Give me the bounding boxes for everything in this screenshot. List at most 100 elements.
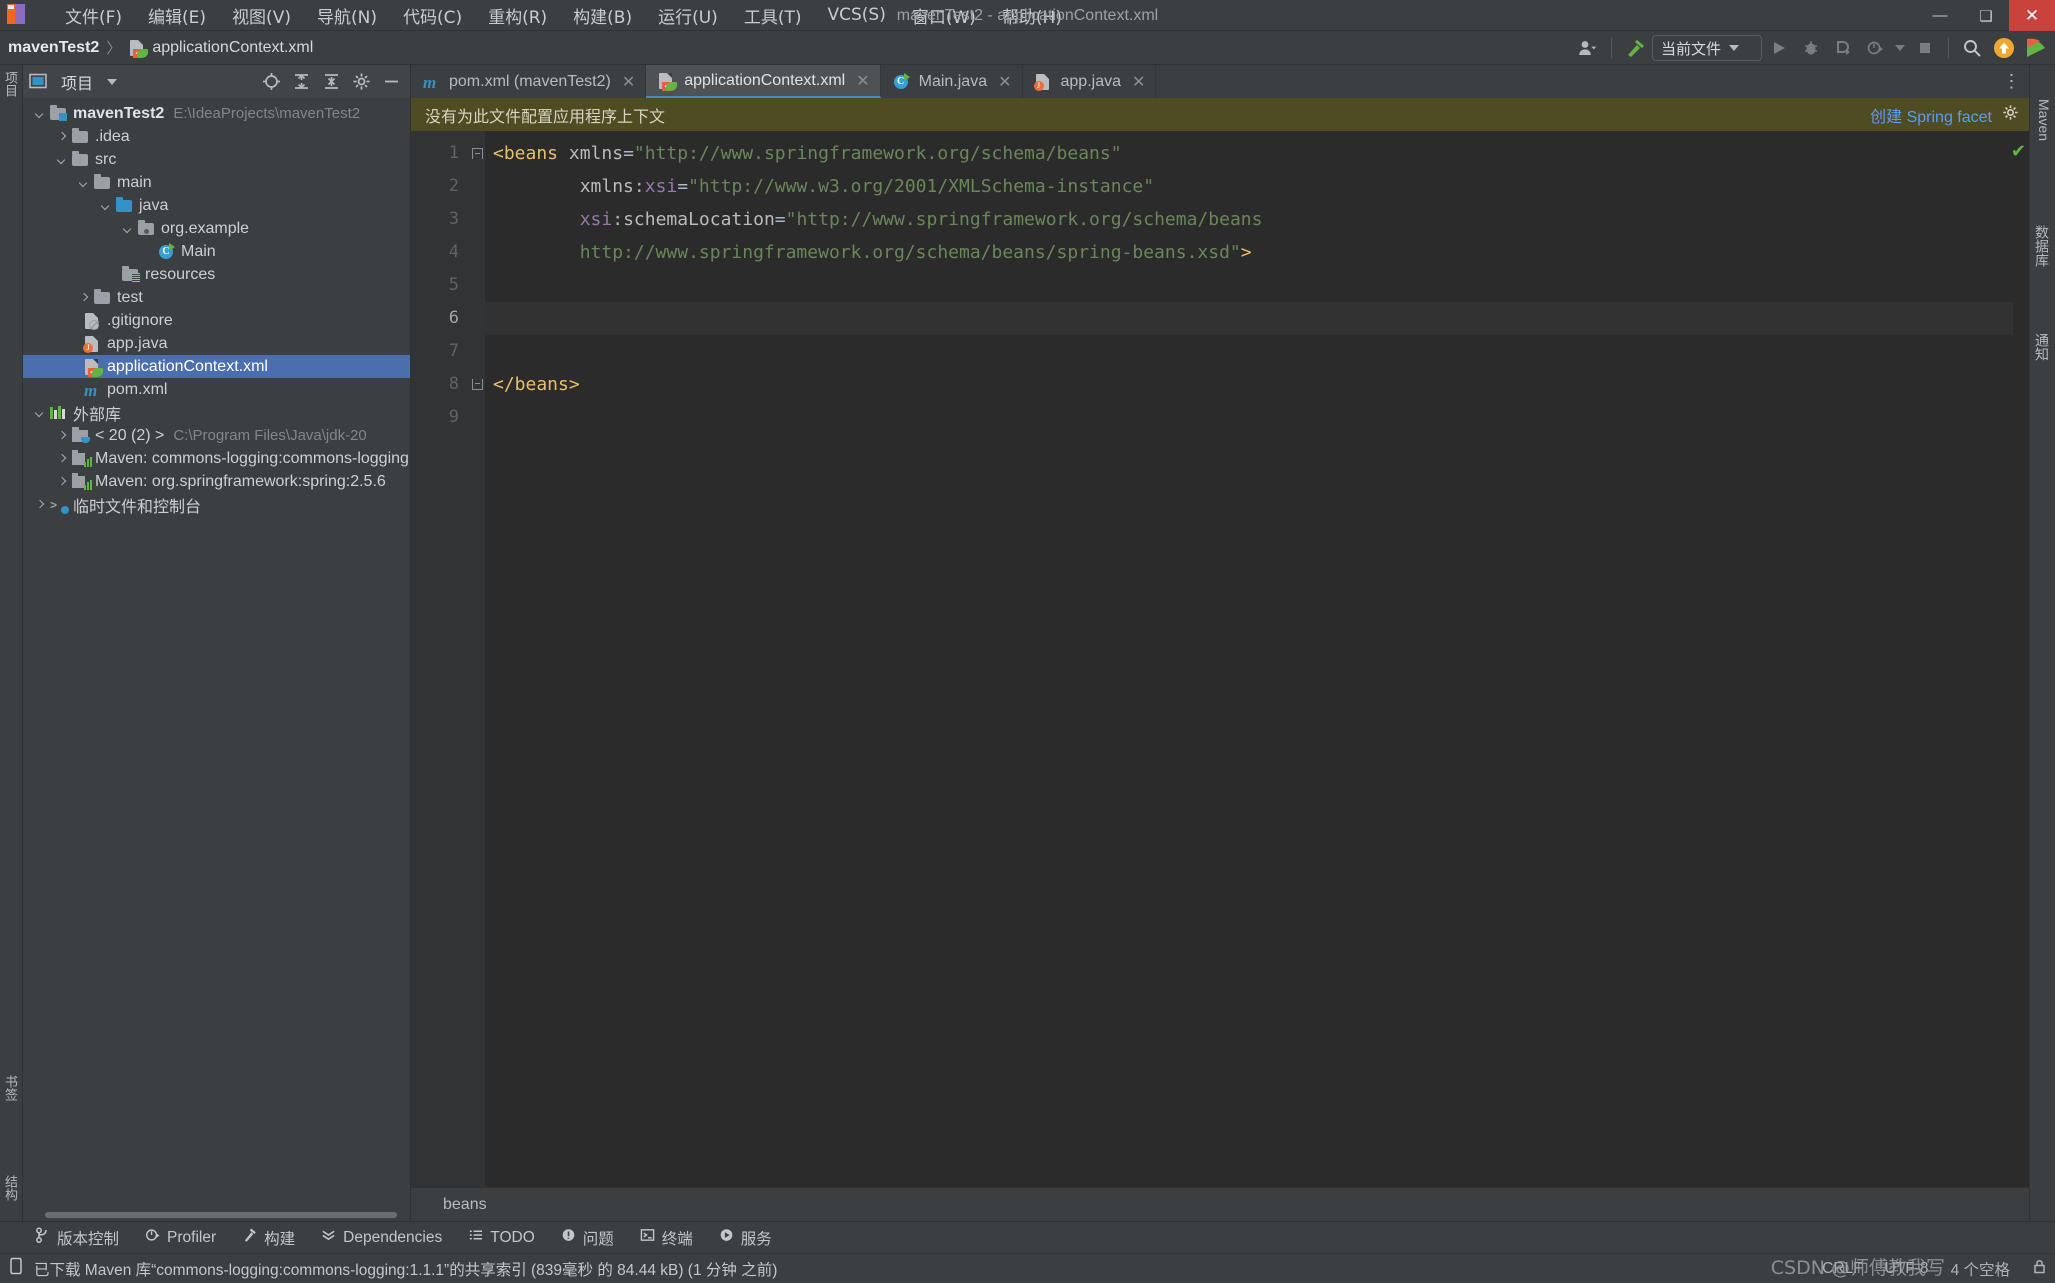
- chevron-right-icon[interactable]: [33, 498, 47, 512]
- toolwindow-dependencies[interactable]: Dependencies: [308, 1225, 455, 1250]
- locate-target-icon[interactable]: [259, 69, 284, 94]
- editor-tab-main-java[interactable]: C Main.java ✕: [881, 65, 1023, 98]
- tree-node-maven-commons-logging[interactable]: Maven: commons-logging:commons-logging:1…: [23, 447, 410, 470]
- tree-node-test[interactable]: test: [23, 286, 410, 309]
- tree-node-gitignore[interactable]: .gitignore: [23, 309, 410, 332]
- editor-tab-applicationcontext-xml[interactable]: < applicationContext.xml ✕: [646, 65, 881, 98]
- build-hammer-icon[interactable]: [1620, 34, 1650, 62]
- tree-node-java[interactable]: java: [23, 194, 410, 217]
- tree-node-main-class[interactable]: C Main: [23, 240, 410, 263]
- tree-node-main[interactable]: main: [23, 171, 410, 194]
- code-folding-gutter[interactable]: [469, 131, 485, 1187]
- gear-icon[interactable]: [2002, 104, 2019, 126]
- code-text-area[interactable]: <beans xmlns="http://www.springframework…: [485, 131, 2013, 1187]
- gear-icon[interactable]: [349, 69, 374, 94]
- tree-node-org-example[interactable]: org.example: [23, 217, 410, 240]
- chevron-down-icon[interactable]: [107, 78, 118, 85]
- notification-icon[interactable]: [2021, 34, 2051, 62]
- event-log-icon[interactable]: [8, 1257, 24, 1280]
- strip-label-notifications[interactable]: 通知: [2032, 333, 2052, 361]
- menu-build[interactable]: 构建(B): [560, 0, 645, 31]
- close-icon[interactable]: ✕: [1132, 72, 1145, 92]
- editor-inspection-gutter[interactable]: ✔: [2011, 131, 2029, 1187]
- inspection-ok-icon[interactable]: ✔: [2011, 141, 2026, 162]
- toolwindow-profiler[interactable]: Profiler: [132, 1225, 229, 1250]
- profile-button[interactable]: [1860, 34, 1890, 62]
- toolwindow-todo[interactable]: TODO: [455, 1225, 548, 1250]
- menu-file[interactable]: 文件(F): [52, 0, 135, 31]
- toolwindow-terminal[interactable]: 终端: [627, 1225, 706, 1251]
- menu-navigate[interactable]: 导航(N): [304, 0, 390, 31]
- strip-label-maven[interactable]: Maven: [2036, 99, 2052, 141]
- close-icon[interactable]: ✕: [622, 72, 635, 92]
- menu-vcs[interactable]: VCS(S): [814, 2, 898, 28]
- chevron-down-icon[interactable]: [33, 406, 47, 420]
- chevron-down-icon[interactable]: [99, 199, 113, 213]
- account-icon[interactable]: [1573, 34, 1603, 62]
- chevron-right-icon[interactable]: [55, 130, 69, 144]
- run-configuration-selector[interactable]: 当前文件: [1652, 35, 1762, 61]
- tree-node-pom-xml[interactable]: m pom.xml: [23, 378, 410, 401]
- create-spring-facet-link[interactable]: 创建 Spring facet: [1870, 103, 1992, 127]
- toolwindow-problems[interactable]: 问题: [548, 1225, 627, 1251]
- tree-node-jdk[interactable]: < 20 (2) > C:\Program Files\Java\jdk-20: [23, 424, 410, 447]
- project-horizontal-scrollbar[interactable]: [23, 1209, 410, 1221]
- chevron-right-icon[interactable]: [77, 291, 91, 305]
- stop-button[interactable]: [1910, 34, 1940, 62]
- indent-indicator[interactable]: 4 个空格: [1951, 1258, 2010, 1280]
- toolwindow-services[interactable]: 服务: [706, 1225, 785, 1251]
- close-icon[interactable]: ✕: [998, 72, 1011, 92]
- menu-refactor[interactable]: 重构(R): [475, 0, 560, 31]
- run-button[interactable]: [1764, 34, 1794, 62]
- maximize-button[interactable]: ❑: [1963, 0, 2009, 31]
- tree-node-src[interactable]: src: [23, 148, 410, 171]
- chevron-down-icon[interactable]: [33, 107, 47, 121]
- menu-help[interactable]: 帮助(H): [989, 0, 1075, 31]
- hide-panel-icon[interactable]: [379, 69, 404, 94]
- fold-marker-close[interactable]: [469, 368, 485, 401]
- minimize-button[interactable]: —: [1917, 0, 1963, 31]
- tree-node-resources[interactable]: resources: [23, 263, 410, 286]
- tree-node-maventest2[interactable]: mavenTest2 E:\IdeaProjects\mavenTest2: [23, 102, 410, 125]
- editor-tab-pom-xml[interactable]: m pom.xml (mavenTest2) ✕: [411, 65, 647, 98]
- breadcrumb-file[interactable]: applicationContext.xml: [152, 39, 313, 57]
- tree-node-scratches[interactable]: > 临时文件和控制台: [23, 493, 410, 516]
- editor-breadcrumb-item[interactable]: beans: [443, 1196, 487, 1214]
- editor-tab-app-java[interactable]: J app.java ✕: [1023, 65, 1157, 98]
- chevron-down-icon[interactable]: [77, 176, 91, 190]
- toolwindow-build[interactable]: 构建: [229, 1225, 308, 1251]
- tree-node-external-libraries[interactable]: 外部库: [23, 401, 410, 424]
- menu-window[interactable]: 窗口(W): [899, 0, 989, 31]
- menu-edit[interactable]: 编辑(E): [135, 0, 219, 31]
- fold-marker-open[interactable]: [469, 137, 485, 170]
- menu-code[interactable]: 代码(C): [390, 0, 475, 31]
- profile-dropdown-icon[interactable]: [1892, 34, 1908, 62]
- tree-node-maven-spring[interactable]: Maven: org.springframework:spring:2.5.6: [23, 470, 410, 493]
- chevron-down-icon[interactable]: [55, 153, 69, 167]
- chevron-right-icon[interactable]: [55, 429, 69, 443]
- debug-button[interactable]: [1796, 34, 1826, 62]
- strip-label-bookmarks[interactable]: 书签: [1, 1075, 20, 1101]
- tree-node-applicationcontext-xml[interactable]: < applicationContext.xml: [23, 355, 410, 378]
- collapse-all-icon[interactable]: [319, 69, 344, 94]
- chevron-right-icon[interactable]: [55, 452, 69, 466]
- expand-all-icon[interactable]: [289, 69, 314, 94]
- tree-node-idea[interactable]: .idea: [23, 125, 410, 148]
- run-with-coverage-button[interactable]: [1828, 34, 1858, 62]
- lock-icon[interactable]: [2032, 1258, 2047, 1280]
- strip-label-project[interactable]: 项目: [1, 71, 20, 97]
- tree-node-app-java[interactable]: J app.java: [23, 332, 410, 355]
- update-arrow-icon[interactable]: [1989, 34, 2019, 62]
- menu-run[interactable]: 运行(U): [645, 0, 731, 31]
- strip-label-database[interactable]: 数据库: [2032, 225, 2052, 267]
- status-message-area[interactable]: 已下载 Maven 库“commons-logging:commons-logg…: [8, 1257, 777, 1280]
- strip-label-structure[interactable]: 结构: [1, 1175, 20, 1201]
- close-button[interactable]: ✕: [2009, 0, 2055, 31]
- breadcrumb-project[interactable]: mavenTest2: [8, 39, 99, 57]
- chevron-right-icon[interactable]: [55, 475, 69, 489]
- menu-tools[interactable]: 工具(T): [731, 0, 815, 31]
- toolwindow-version-control[interactable]: 版本控制: [22, 1225, 132, 1251]
- close-icon[interactable]: ✕: [856, 71, 869, 91]
- editor-tabs-overflow-icon[interactable]: ⋮: [1995, 65, 2029, 98]
- chevron-down-icon[interactable]: [121, 222, 135, 236]
